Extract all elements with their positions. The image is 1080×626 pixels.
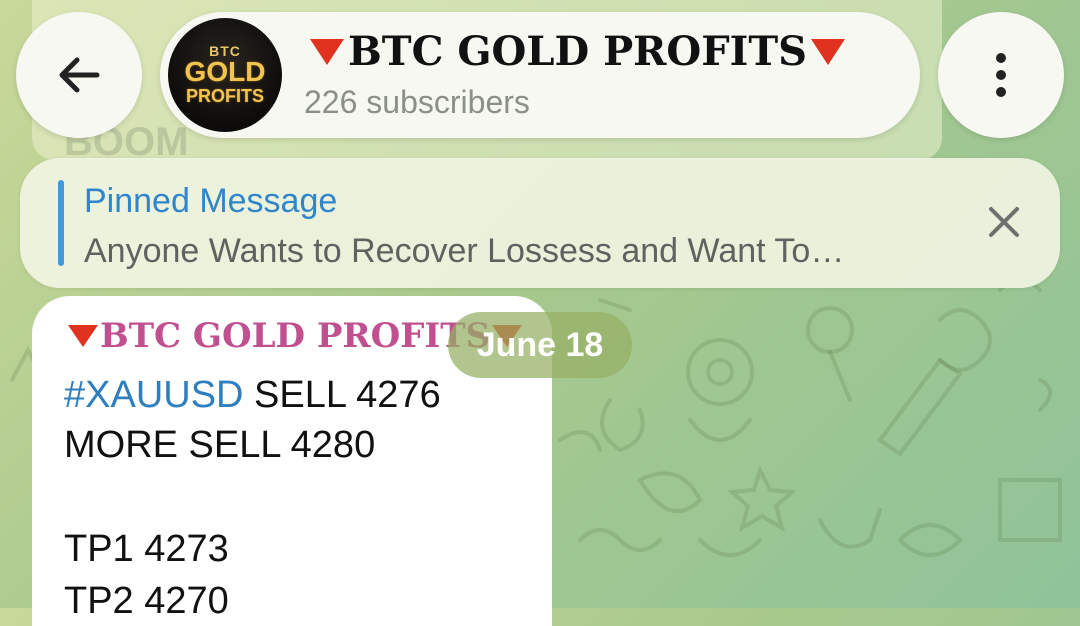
channel-header[interactable]: BTC GOLD PROFITS BTC GOLD PROFITS 226 su…	[160, 12, 920, 138]
more-vertical-icon	[996, 53, 1006, 97]
red-triangle-icon	[811, 38, 846, 65]
sender-name: BTC GOLD PROFITS	[100, 316, 491, 356]
red-triangle-icon	[68, 325, 98, 347]
more-options-button[interactable]	[938, 12, 1064, 138]
message-line-1-text: SELL 4276	[243, 374, 441, 416]
arrow-left-icon	[59, 57, 100, 93]
close-icon	[989, 207, 1019, 237]
pinned-text: Anyone Wants to Recover Lossess and Want…	[84, 232, 845, 270]
message-line-4: TP2 4270	[64, 580, 229, 622]
pinned-message-bar[interactable]: Pinned Message Anyone Wants to Recover L…	[20, 158, 1060, 288]
channel-name: BTC GOLD PROFITS	[348, 28, 808, 75]
channel-avatar[interactable]: BTC GOLD PROFITS	[168, 18, 282, 132]
close-pinned-button[interactable]	[980, 198, 1028, 246]
avatar-text-profits: PROFITS	[185, 86, 264, 106]
back-button[interactable]	[16, 12, 142, 138]
message-line-2: MORE SELL 4280	[64, 424, 376, 466]
channel-title: BTC GOLD PROFITS	[306, 28, 849, 75]
avatar-text-gold: GOLD	[184, 56, 266, 87]
date-separator: June 18	[448, 312, 632, 378]
subscriber-count: 226 subscribers	[304, 84, 530, 120]
message-line-3: TP1 4273	[64, 528, 229, 570]
pinned-title: Pinned Message	[84, 182, 338, 220]
red-triangle-icon	[310, 38, 344, 65]
hashtag-link[interactable]: #XAUUSD	[64, 374, 244, 416]
pinned-indicator	[58, 180, 64, 266]
message-line-1: #XAUUSD SELL 4276	[64, 374, 441, 417]
